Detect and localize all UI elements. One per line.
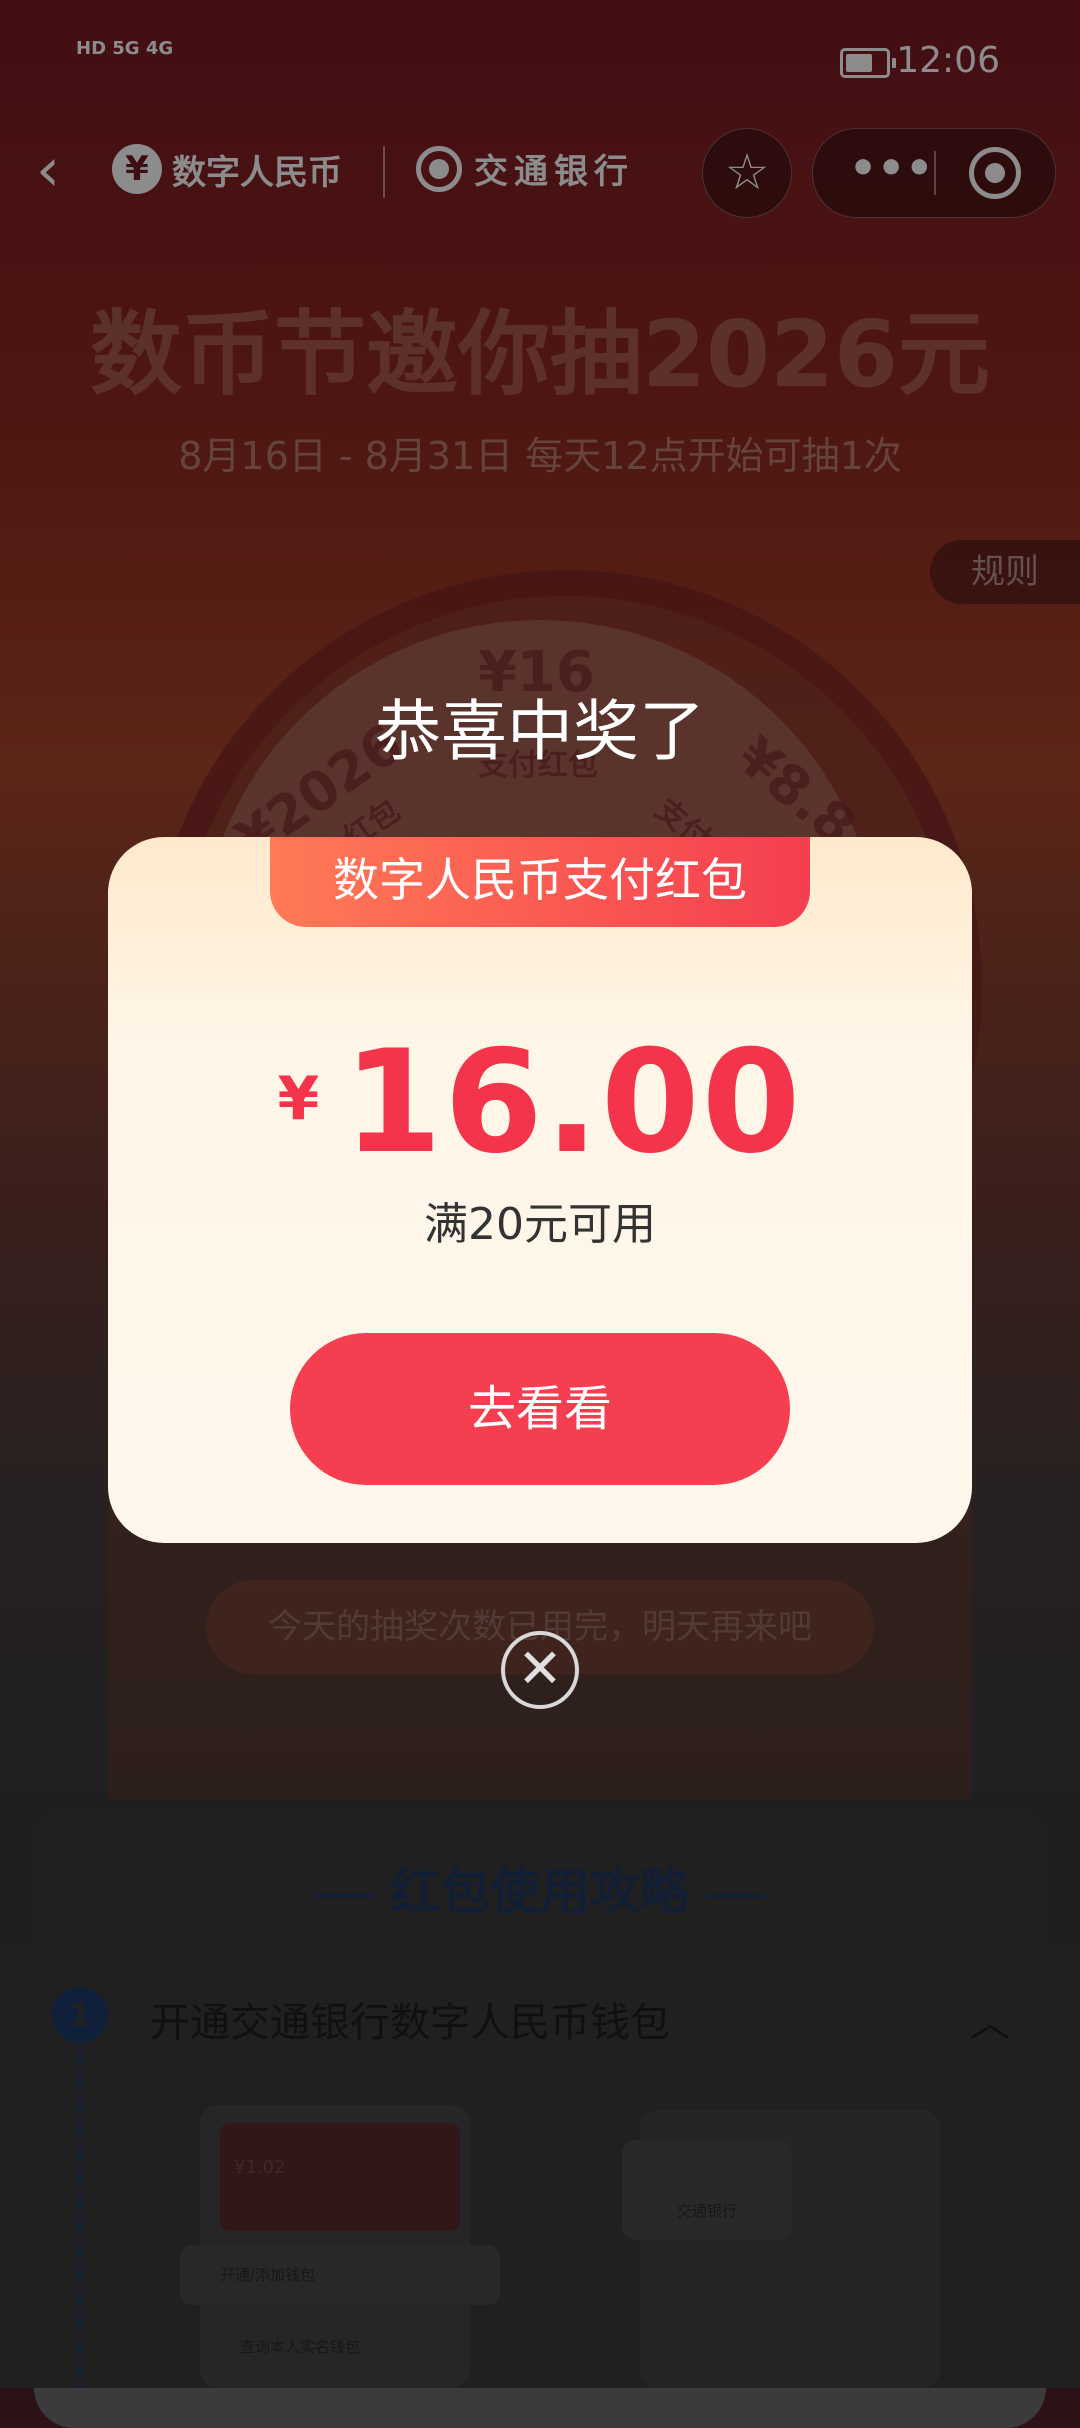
close-icon[interactable]: ✕ (501, 1631, 579, 1709)
prize-type-ribbon: 数字人民币支付红包 (270, 837, 810, 927)
prize-amount: ¥16.00 (0, 1020, 1080, 1185)
usage-condition: 满20元可用 (424, 1199, 656, 1250)
congrats-title: 恭喜中奖了 (375, 693, 705, 770)
go-view-button[interactable]: 去看看 (290, 1333, 790, 1485)
currency-symbol: ¥ (277, 1063, 320, 1134)
amount-value: 16.00 (343, 1020, 803, 1185)
